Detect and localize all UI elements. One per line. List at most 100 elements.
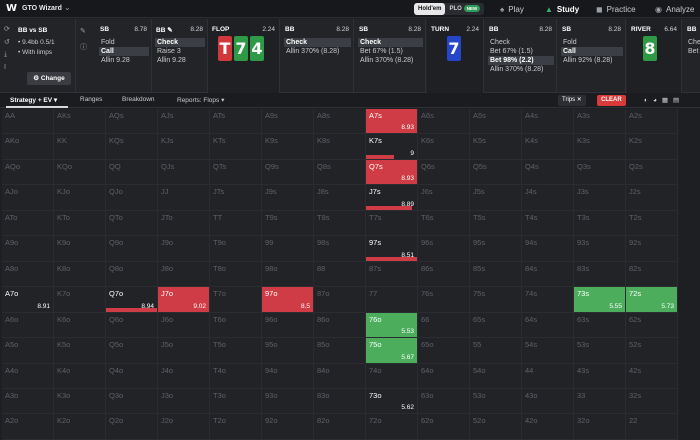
hand-cell[interactable]: AA <box>2 109 54 135</box>
hand-cell[interactable]: J4s <box>522 185 574 211</box>
hand-cell[interactable]: K4s <box>522 134 574 160</box>
hand-cell[interactable]: KQo <box>54 159 106 186</box>
hand-cell[interactable]: 99 <box>262 236 314 262</box>
hand-cell[interactable]: A6s <box>418 109 470 135</box>
action-check[interactable]: Check <box>284 38 351 47</box>
hand-cell[interactable]: 96o <box>262 312 314 339</box>
tab-ranges[interactable]: Ranges <box>80 96 102 103</box>
hand-cell[interactable]: 82s <box>626 261 678 288</box>
hand-cell[interactable]: QTs <box>210 159 262 186</box>
hand-cell[interactable]: 73s 5.55 <box>574 287 626 313</box>
gto-wizard-logo-icon[interactable]: W <box>6 3 17 14</box>
hand-cell[interactable]: T5o <box>210 338 262 364</box>
hand-cell[interactable]: T9o <box>210 236 262 262</box>
hand-cell[interactable]: KTs <box>210 134 262 160</box>
hand-cell[interactable]: 66 <box>418 312 470 339</box>
hand-cell[interactable]: K3s <box>574 134 626 160</box>
hand-cell[interactable]: 72o <box>366 414 418 440</box>
turn-board[interactable]: TURN 2.24 7 <box>427 19 484 93</box>
hand-cell[interactable]: K7s 9 <box>366 134 418 160</box>
clear-button[interactable]: CLEAR <box>597 95 626 106</box>
hand-cell[interactable]: 97o 8.5 <box>262 287 314 313</box>
hand-cell[interactable]: 53s <box>574 338 626 364</box>
action-col-bb-4[interactable]: BB Chec Bet <box>683 19 700 93</box>
hand-cell[interactable]: 74s <box>522 287 574 313</box>
action-call[interactable]: Call <box>561 47 623 56</box>
hand-cell[interactable]: J7o 9.02 <box>158 287 210 313</box>
hand-cell[interactable]: K4o <box>54 363 106 389</box>
action-raise[interactable]: Raise 3 <box>155 47 205 56</box>
hand-cell[interactable]: 92o <box>262 414 314 440</box>
hand-cell[interactable]: 86s <box>418 261 470 288</box>
hand-cell[interactable]: K9s <box>262 134 314 160</box>
hand-cell[interactable]: 76o 5.53 <box>366 312 418 339</box>
trips-filter-chip[interactable]: Trips ✕ <box>558 95 586 106</box>
hand-cell[interactable]: J6o <box>158 312 210 339</box>
action-check[interactable]: Check <box>488 38 554 47</box>
nav-analyze[interactable]: ◉ Analyze <box>655 0 694 18</box>
hand-cell[interactable]: 62s <box>626 312 678 339</box>
hand-cell[interactable]: T3s <box>574 210 626 237</box>
hand-cell[interactable]: 94s <box>522 236 574 262</box>
hand-cell[interactable]: A3o <box>2 388 54 415</box>
hand-cell[interactable]: K6s <box>418 134 470 160</box>
hand-cell[interactable]: T8s <box>314 210 366 237</box>
action-check[interactable]: Check <box>358 38 423 47</box>
hand-cell[interactable]: A9o <box>2 236 54 262</box>
hand-cell[interactable]: J7s 8.89 <box>366 185 418 211</box>
hand-cell[interactable]: 98s <box>314 236 366 262</box>
hand-cell[interactable]: Q4s <box>522 159 574 186</box>
hand-cell[interactable]: 44 <box>522 363 574 389</box>
hand-cell[interactable]: J8s <box>314 185 366 211</box>
action-call[interactable]: Call <box>99 47 149 56</box>
hand-cell[interactable]: A9s <box>262 109 314 135</box>
hand-cell[interactable]: K8o <box>54 261 106 288</box>
hand-cell[interactable]: 88 <box>314 261 366 288</box>
hand-cell[interactable]: A7s 8.93 <box>366 109 418 135</box>
action-bet[interactable]: Bet 98% (2.2) <box>488 56 554 65</box>
hand-cell[interactable]: J9s <box>262 185 314 211</box>
brand-name[interactable]: GTO Wizard <box>22 5 62 12</box>
hand-cell[interactable]: K6o <box>54 312 106 339</box>
hand-cell[interactable]: 72s 5.73 <box>626 287 678 313</box>
action-allin[interactable]: Allin 9.28 <box>99 56 149 65</box>
action-check[interactable]: Check <box>155 38 205 47</box>
hand-cell[interactable]: 42s <box>626 363 678 389</box>
hand-cell[interactable]: T5s <box>470 210 522 237</box>
hand-cell[interactable]: 96s <box>418 236 470 262</box>
hand-cell[interactable]: K5o <box>54 338 106 364</box>
hand-cell[interactable]: Q3s <box>574 159 626 186</box>
hand-cell[interactable]: T6s <box>418 210 470 237</box>
hand-cell[interactable]: QJo <box>106 185 158 211</box>
pie-view-icon[interactable]: ◕ <box>653 97 662 104</box>
hand-cell[interactable]: J9o <box>158 236 210 262</box>
tab-breakdown[interactable]: Breakdown <box>122 96 155 103</box>
hand-cell[interactable]: 55 <box>470 338 522 364</box>
hand-cell[interactable]: Q9s <box>262 159 314 186</box>
hand-cell[interactable]: AQo <box>2 159 54 186</box>
hand-cell[interactable]: 52s <box>626 338 678 364</box>
action-col-sb-1[interactable]: SB 8.78 Fold Call Allin 9.28 <box>96 19 152 93</box>
hand-cell[interactable]: JJ <box>158 185 210 211</box>
hand-cell[interactable]: 82o <box>314 414 366 440</box>
hand-cell[interactable]: T2o <box>210 414 262 440</box>
hand-cell[interactable]: J3o <box>158 388 210 415</box>
hand-cell[interactable]: J5s <box>470 185 522 211</box>
nav-study[interactable]: ▲ Study <box>545 0 579 18</box>
hand-cell[interactable]: 77 <box>366 287 418 313</box>
hand-cell[interactable]: AJs <box>158 109 210 135</box>
hand-cell[interactable]: ATo <box>2 210 54 237</box>
tab-reports[interactable]: Reports: Flops ▾ <box>177 96 224 104</box>
hand-cell[interactable]: K7o <box>54 287 106 313</box>
hand-cell[interactable]: J6s <box>418 185 470 211</box>
hand-cell[interactable]: 65s <box>470 312 522 339</box>
hand-cell[interactable]: K5s <box>470 134 522 160</box>
hand-cell[interactable]: 98o <box>262 261 314 288</box>
hand-cell[interactable]: 22 <box>626 414 678 440</box>
circle-view-icon[interactable]: ◐ <box>644 97 653 104</box>
hand-cell[interactable]: Q2s <box>626 159 678 186</box>
hand-cell[interactable]: 75o 5.67 <box>366 338 418 364</box>
action-fold[interactable]: Fold <box>99 38 149 47</box>
text-cursor-icon[interactable]: I <box>4 64 14 77</box>
nav-practice[interactable]: ◼ Practice <box>596 0 636 18</box>
